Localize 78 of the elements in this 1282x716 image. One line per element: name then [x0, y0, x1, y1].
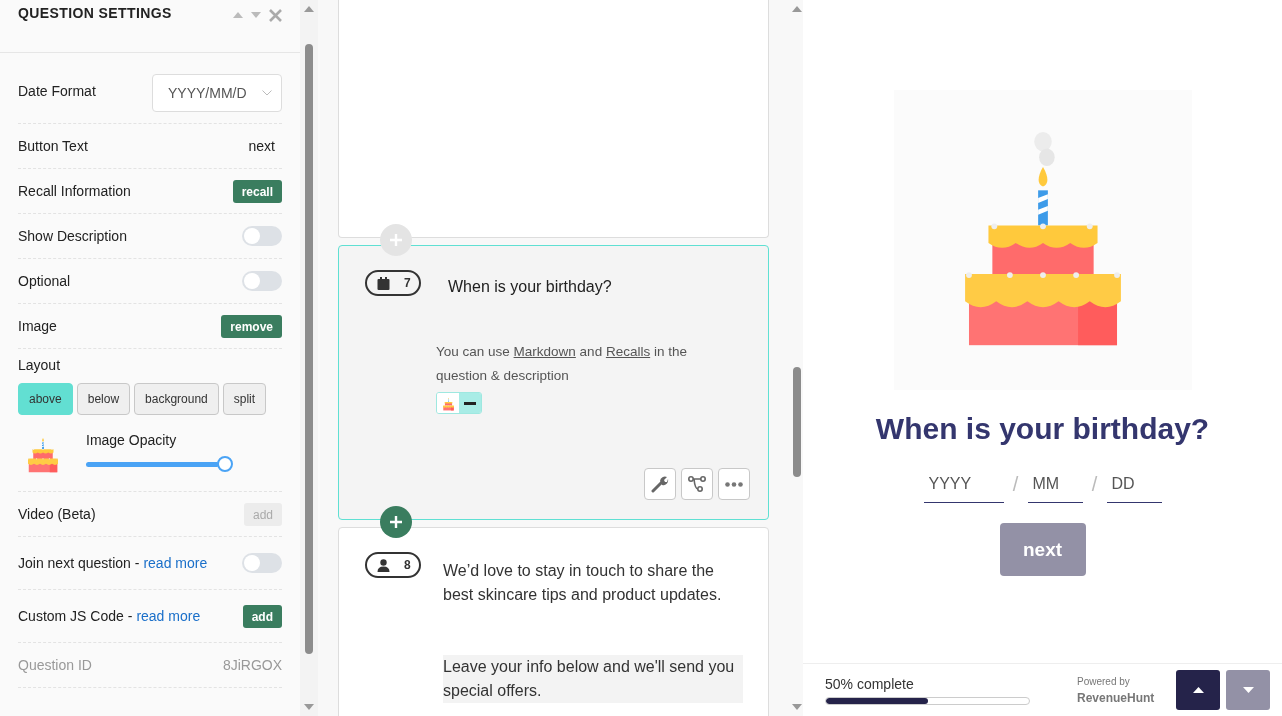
question-description: You can use Markdown and Recalls in the question & description [436, 343, 688, 385]
calendar-icon [377, 276, 390, 290]
date-format-select[interactable]: YYYY/MM/D [152, 74, 282, 112]
toggle-switch[interactable] [242, 271, 282, 291]
branch-icon [688, 476, 706, 492]
setting-label: Show Description [18, 228, 127, 244]
chevron-down-icon [262, 90, 272, 96]
setting-label: Question ID [18, 657, 92, 673]
scroll-down-icon[interactable] [304, 704, 314, 710]
scroll-down-icon[interactable] [791, 704, 802, 710]
add-button[interactable]: add [242, 604, 282, 628]
brand-name: RevenueHunt [1077, 690, 1155, 705]
layout-option[interactable]: split [222, 383, 267, 415]
setting-label: Recall Information [18, 183, 131, 199]
question-number-badge: 8 [365, 552, 421, 578]
panel-title: QUESTION SETTINGS [18, 5, 172, 23]
close-icon[interactable] [269, 9, 282, 22]
settings-icon [651, 475, 669, 493]
description-link[interactable]: Markdown [513, 344, 576, 359]
settings-button[interactable] [644, 468, 676, 500]
recall-button[interactable]: recall [232, 179, 282, 203]
layout-option[interactable]: above [18, 383, 73, 415]
remove-image-button[interactable] [459, 393, 481, 413]
year-field[interactable]: YYYY [923, 466, 1004, 503]
setting-label: Image [18, 318, 57, 334]
progress-label: 50% complete [825, 675, 915, 692]
scroll-up-icon[interactable] [791, 6, 802, 12]
remove-button[interactable]: remove [221, 314, 282, 338]
caret-up-icon [1192, 687, 1204, 693]
slider-fill[interactable] [86, 461, 219, 467]
question-text[interactable]: Leave your info below and we'll send you special offers. [443, 655, 743, 703]
read-more-link[interactable]: read more [136, 608, 201, 624]
caret-down-icon [1242, 687, 1254, 693]
opacity-slider[interactable] [86, 456, 234, 472]
question-card[interactable]: 8 We’d love to stay in touch to share the best skincare tips and product updates. Leave your info below and we'll send you special offers. [338, 527, 769, 716]
minus-icon [464, 401, 476, 405]
button-text-value[interactable]: next [248, 138, 275, 154]
setting-label: Layout [18, 357, 62, 373]
description-link[interactable]: Recalls [605, 344, 651, 359]
read-more-link[interactable]: read more [143, 555, 208, 571]
question-text[interactable]: We’d love to stay in touch to share the best skincare tips and product updates. [443, 559, 743, 607]
plus-icon [390, 234, 402, 246]
scroll-up-icon[interactable] [304, 6, 314, 12]
move-down-icon[interactable] [251, 12, 261, 18]
toggle-switch[interactable] [242, 553, 282, 573]
setting-label: Date Format [18, 82, 96, 99]
image-chip[interactable] [436, 392, 482, 414]
setting-label: Button Text [18, 138, 88, 154]
date-separator: / [1011, 473, 1020, 496]
question-card[interactable]: 7 When is your birthday? You can use Markdown and Recalls in the question & description [338, 245, 769, 520]
month-field[interactable]: MM [1027, 466, 1083, 503]
select-value: YYYY/MM/D [168, 85, 248, 101]
more-icon [725, 481, 743, 487]
question-title[interactable]: When is your birthday? [448, 278, 612, 296]
scrollbar-thumb[interactable] [792, 367, 801, 477]
setting-label: Join next question - read more [18, 555, 208, 571]
setting-label: Optional [18, 273, 71, 289]
scrollbar-thumb[interactable] [305, 44, 313, 654]
previous-button[interactable] [1176, 670, 1220, 710]
slider-thumb[interactable] [217, 456, 233, 472]
plus-icon [390, 516, 402, 528]
question-id-value: 8JiRGOX [222, 657, 282, 673]
more-button[interactable] [718, 468, 750, 500]
layout-option[interactable]: below [76, 383, 131, 415]
setting-label: Custom JS Code - read more [18, 608, 201, 624]
logic-button[interactable] [681, 468, 713, 500]
cake-thumbnail [442, 395, 454, 411]
day-field[interactable]: DD [1106, 466, 1162, 503]
layout-option[interactable]: background [134, 383, 219, 415]
toggle-switch[interactable] [242, 226, 282, 246]
powered-by-label: Powered by [1077, 675, 1131, 687]
opacity-label: Image Opacity [86, 432, 178, 448]
question-title: When is your birthday? [875, 412, 1210, 446]
question-number-badge: 7 [365, 270, 421, 296]
person-icon [377, 558, 390, 572]
move-up-icon[interactable] [233, 12, 243, 18]
setting-label: Video (Beta) [18, 506, 96, 522]
date-separator: / [1090, 473, 1099, 496]
